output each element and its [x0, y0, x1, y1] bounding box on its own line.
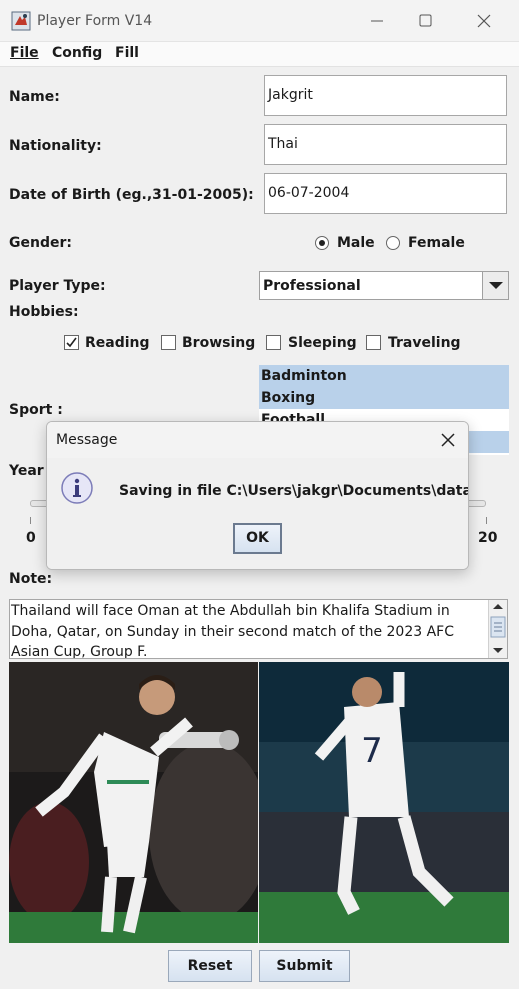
- svg-text:7: 7: [361, 731, 383, 771]
- player-type-label: Player Type:: [9, 278, 106, 294]
- checkmark-icon: [66, 337, 77, 348]
- dialog-title-bar: Message: [47, 422, 468, 458]
- sport-item-badminton[interactable]: Badminton: [259, 365, 509, 387]
- player-type-combobox[interactable]: Professional: [259, 271, 509, 300]
- minimize-icon[interactable]: [354, 6, 400, 36]
- hobby-sleeping-checkbox[interactable]: [266, 335, 281, 350]
- hobby-traveling-checkbox[interactable]: [366, 335, 381, 350]
- scrollbar-arrows-icon[interactable]: [489, 600, 508, 658]
- title-bar: Player Form V14: [0, 0, 519, 42]
- message-dialog: Message Saving in file C:\Users\jakgr\Do…: [46, 421, 469, 570]
- dialog-title: Message: [56, 432, 118, 448]
- menu-bar: File Config Fill: [0, 42, 519, 67]
- reset-button[interactable]: Reset: [168, 950, 252, 982]
- hobby-browsing-checkbox[interactable]: [161, 335, 176, 350]
- submit-button[interactable]: Submit: [259, 950, 350, 982]
- hobbies-label: Hobbies:: [9, 304, 79, 320]
- dob-label: Date of Birth (eg.,31-01-2005):: [9, 187, 254, 203]
- name-label: Name:: [9, 89, 60, 105]
- note-scrollbar[interactable]: [488, 600, 507, 658]
- dialog-message: Saving in file C:\Users\jakgr\Documents\…: [119, 483, 469, 499]
- hobby-sleeping-label[interactable]: Sleeping: [288, 335, 357, 351]
- menu-file[interactable]: File: [10, 45, 39, 61]
- note-label: Note:: [9, 571, 53, 587]
- gender-male-radio[interactable]: [315, 236, 329, 250]
- maximize-icon[interactable]: [402, 6, 448, 36]
- dropdown-arrow-icon[interactable]: [482, 272, 508, 299]
- note-text[interactable]: Thailand will face Oman at the Abdullah …: [11, 601, 487, 658]
- ok-button[interactable]: OK: [233, 523, 282, 554]
- dob-field[interactable]: 06-07-2004: [264, 173, 507, 214]
- window-title: Player Form V14: [37, 13, 153, 29]
- dialog-body: Saving in file C:\Users\jakgr\Documents\…: [47, 458, 469, 569]
- nationality-label: Nationality:: [9, 138, 102, 154]
- gender-female-radio[interactable]: [386, 236, 400, 250]
- slider-tick: [486, 517, 487, 524]
- name-field[interactable]: Jakgrit: [264, 75, 507, 116]
- app-icon: [11, 11, 31, 31]
- sport-item-boxing[interactable]: Boxing: [259, 387, 509, 409]
- year-label: Year: [9, 463, 44, 479]
- note-textarea[interactable]: Thailand will face Oman at the Abdullah …: [9, 599, 508, 659]
- hobby-traveling-label[interactable]: Traveling: [388, 335, 461, 351]
- player-photo-celebration: [9, 662, 258, 943]
- gender-male-label[interactable]: Male: [337, 235, 375, 251]
- close-icon[interactable]: [438, 430, 458, 450]
- gender-label: Gender:: [9, 235, 72, 251]
- info-icon: [61, 472, 93, 504]
- menu-fill[interactable]: Fill: [115, 45, 139, 61]
- slider-max-label: 20: [478, 530, 498, 546]
- menu-config[interactable]: Config: [52, 45, 102, 61]
- gender-female-label[interactable]: Female: [408, 235, 465, 251]
- sport-label: Sport :: [9, 402, 63, 418]
- close-icon[interactable]: [461, 6, 507, 36]
- hobby-reading-checkbox[interactable]: [64, 335, 79, 350]
- hobby-reading-label[interactable]: Reading: [85, 335, 150, 351]
- slider-min-label: 0: [26, 530, 36, 546]
- player-type-value: Professional: [263, 278, 361, 294]
- player-photo-jump: 7: [259, 662, 509, 943]
- slider-tick: [30, 517, 31, 524]
- nationality-field[interactable]: Thai: [264, 124, 507, 165]
- hobby-browsing-label[interactable]: Browsing: [182, 335, 255, 351]
